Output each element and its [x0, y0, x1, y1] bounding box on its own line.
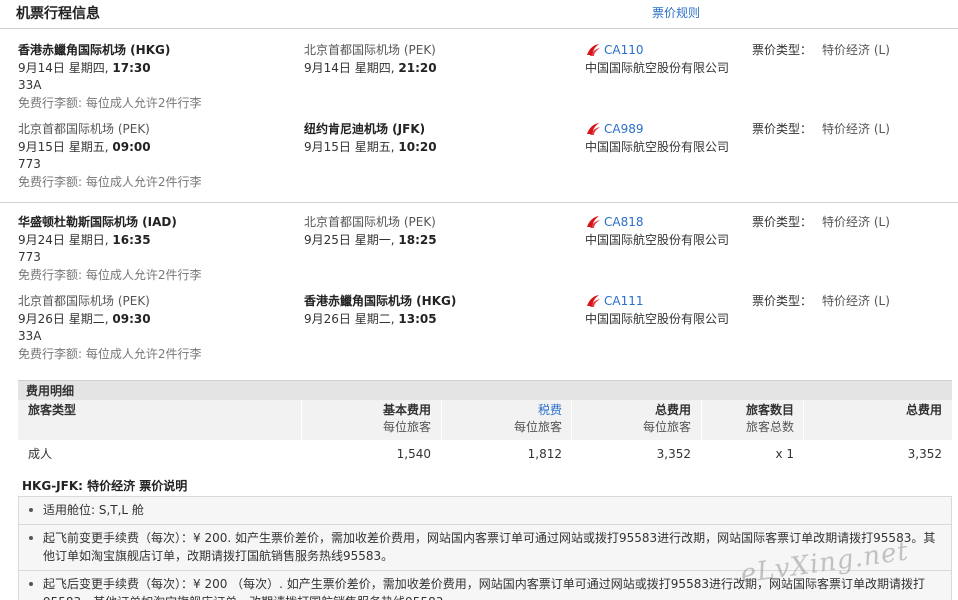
- airline-name: 中国国际航空股份有限公司: [585, 139, 730, 154]
- col-tax-link[interactable]: 税费: [442, 402, 562, 419]
- flight-number-link[interactable]: CA989: [601, 122, 644, 136]
- departure-time: 09:00: [112, 139, 151, 154]
- arrival-airport: 纽约肯尼迪机场 (JFK): [304, 122, 426, 136]
- departure-airport: 北京首都国际机场 (PEK): [18, 294, 150, 308]
- arrival-time: 13:05: [398, 311, 437, 326]
- arrival-airport: 北京首都国际机场 (PEK): [304, 215, 436, 229]
- baggage-allowance: 免费行李额: 每位成人允许2件行李: [18, 346, 202, 361]
- departure-time: 17:30: [112, 60, 151, 75]
- departure-airport: 香港赤鱲角国际机场 (HKG): [18, 43, 171, 57]
- col-passenger-count-sub: 旅客总数: [745, 420, 794, 434]
- departure-time: 16:35: [112, 232, 151, 247]
- cell-passenger-count: x 1: [775, 447, 794, 461]
- arrival-time: 21:20: [398, 60, 437, 75]
- fare-notes-route: HKG-JFK:: [22, 479, 83, 493]
- departure-airport: 华盛顿杜勒斯国际机场 (IAD): [18, 215, 177, 229]
- baggage-allowance: 免费行李额: 每位成人允许2件行李: [18, 174, 202, 189]
- aircraft-type: 773: [18, 250, 41, 264]
- fare-type-label: 票价类型：: [752, 215, 813, 229]
- arrival-airport: 香港赤鱲角国际机场 (HKG): [304, 294, 457, 308]
- col-grand-total: 总费用: [905, 403, 942, 417]
- flight-segment: 北京首都国际机场 (PEK) 9月15日 星期五, 09:00 773 免费行李…: [0, 121, 958, 199]
- flight-segment: 华盛顿杜勒斯国际机场 (IAD) 9月24日 星期日, 16:35 773 免费…: [0, 214, 958, 292]
- departure-time: 09:30: [112, 311, 151, 326]
- arrival-date: 9月14日 星期四,: [304, 60, 395, 75]
- baggage-allowance: 免费行李额: 每位成人允许2件行李: [18, 267, 202, 282]
- flight-number-link[interactable]: CA111: [601, 294, 644, 308]
- col-passenger-count: 旅客数目: [745, 403, 794, 417]
- col-passenger-type: 旅客类型: [28, 403, 77, 417]
- arrival-time: 18:25: [398, 232, 437, 247]
- aircraft-type: 33A: [18, 329, 42, 343]
- arrival-airport: 北京首都国际机场 (PEK): [304, 43, 436, 57]
- page-header: 机票行程信息 票价规则: [0, 0, 958, 28]
- aircraft-type: 773: [18, 157, 41, 171]
- cell-tax: 1,812: [527, 447, 562, 461]
- bullet-icon: [29, 508, 33, 512]
- fare-type-label: 票价类型：: [752, 43, 813, 57]
- departure-date: 9月15日 星期五,: [18, 139, 109, 154]
- flight-number-link[interactable]: CA110: [601, 43, 644, 57]
- airline-name: 中国国际航空股份有限公司: [585, 232, 730, 247]
- note-text: 适用舱位: S,T,L 舱: [43, 503, 144, 517]
- bullet-icon: [29, 536, 33, 540]
- departure-date: 9月26日 星期二,: [18, 311, 109, 326]
- col-base-fare: 基本费用: [382, 403, 431, 417]
- fare-notes-list: 适用舱位: S,T,L 舱 起飞前变更手续费（每次）：¥ 200. 如产生票价差…: [18, 496, 952, 600]
- flight-segment: 北京首都国际机场 (PEK) 9月26日 星期二, 09:30 33A 免费行李…: [0, 293, 958, 371]
- aircraft-type: 33A: [18, 78, 42, 92]
- col-total-fare: 总费用: [654, 403, 691, 417]
- arrival-date: 9月26日 星期二,: [304, 311, 395, 326]
- fee-details-title: 费用明细: [18, 380, 952, 400]
- divider: [0, 202, 958, 203]
- fare-notes-heading: 特价经济 票价说明: [87, 479, 188, 493]
- cell-total-fare: 3,352: [656, 447, 691, 461]
- fare-type-value: 特价经济 (L): [822, 122, 890, 136]
- airline-name: 中国国际航空股份有限公司: [585, 60, 730, 75]
- air-china-logo-icon: [585, 122, 601, 136]
- cell-base-fare: 1,540: [396, 447, 431, 461]
- cell-passenger-type: 成人: [28, 447, 53, 461]
- divider: [0, 28, 958, 29]
- flight-number-link[interactable]: CA818: [601, 215, 644, 229]
- fare-type-label: 票价类型：: [752, 122, 813, 136]
- list-item: 适用舱位: S,T,L 舱: [19, 497, 951, 525]
- fare-type-value: 特价经济 (L): [822, 43, 890, 57]
- airline-name: 中国国际航空股份有限公司: [585, 311, 730, 326]
- col-total-fare-sub: 每位旅客: [642, 420, 691, 434]
- air-china-logo-icon: [585, 215, 601, 229]
- col-base-fare-sub: 每位旅客: [382, 420, 431, 434]
- fare-rules-link[interactable]: 票价规则: [652, 4, 700, 21]
- arrival-date: 9月25日 星期一,: [304, 232, 395, 247]
- table-row: 成人 1,540 1,812 3,352 x 1 3,352: [18, 440, 952, 468]
- fee-column-headers: 旅客类型 基本费用 每位旅客 税费 每位旅客 总费用 每位旅客 旅客数目 旅客总…: [18, 400, 952, 440]
- col-tax-sub: 每位旅客: [513, 420, 562, 434]
- arrival-time: 10:20: [398, 139, 437, 154]
- fee-details-table: 费用明细 旅客类型 基本费用 每位旅客 税费 每位旅客 总费用 每位旅客 旅客数…: [18, 380, 952, 468]
- bullet-icon: [29, 582, 33, 586]
- fare-type-label: 票价类型：: [752, 294, 813, 308]
- fare-type-value: 特价经济 (L): [822, 294, 890, 308]
- departure-airport: 北京首都国际机场 (PEK): [18, 122, 150, 136]
- fare-notes-title: HKG-JFK: 特价经济 票价说明: [22, 477, 187, 494]
- baggage-allowance: 免费行李额: 每位成人允许2件行李: [18, 95, 202, 110]
- cell-grand-total: 3,352: [907, 447, 942, 461]
- fare-type-value: 特价经济 (L): [822, 215, 890, 229]
- air-china-logo-icon: [585, 43, 601, 57]
- departure-date: 9月14日 星期四,: [18, 60, 109, 75]
- flight-segment: 香港赤鱲角国际机场 (HKG) 9月14日 星期四, 17:30 33A 免费行…: [0, 42, 958, 120]
- departure-date: 9月24日 星期日,: [18, 232, 109, 247]
- arrival-date: 9月15日 星期五,: [304, 139, 395, 154]
- air-china-logo-icon: [585, 294, 601, 308]
- page-title: 机票行程信息: [16, 6, 100, 22]
